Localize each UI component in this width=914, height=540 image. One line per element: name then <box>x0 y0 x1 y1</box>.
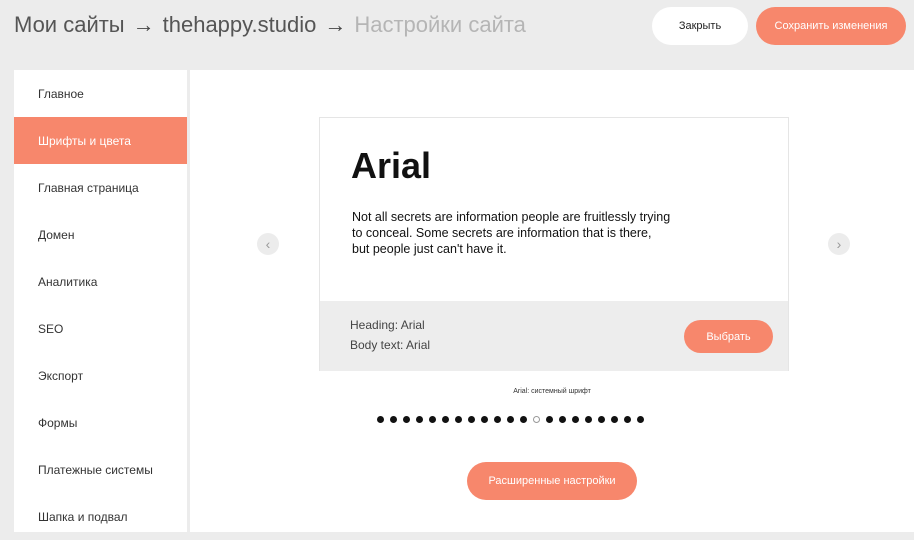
breadcrumb-site[interactable]: thehappy.studio <box>163 12 317 37</box>
pagination-dot-active[interactable] <box>533 416 540 423</box>
sidebar-item-label: Шапка и подвал <box>38 509 128 524</box>
sidebar-item-header-footer[interactable]: Шапка и подвал <box>14 493 187 540</box>
sidebar-item-payments[interactable]: Платежные системы <box>14 446 187 493</box>
heading-font-label: Heading: Arial <box>350 318 425 332</box>
breadcrumb-my-sites[interactable]: Мои сайты <box>14 12 125 37</box>
body-font-label: Body text: Arial <box>350 338 431 352</box>
choose-font-button[interactable]: Выбрать <box>684 320 773 353</box>
sidebar-item-forms[interactable]: Формы <box>14 399 187 446</box>
sidebar-item-main[interactable]: Главное <box>14 70 187 117</box>
main-panel: ‹ › Arial Not all secrets are informatio… <box>190 70 914 532</box>
pagination-dot[interactable] <box>390 416 397 423</box>
carousel-pagination <box>377 416 644 423</box>
sidebar-item-label: SEO <box>38 321 64 336</box>
breadcrumb-separator: → <box>132 12 155 37</box>
pagination-dot[interactable] <box>611 416 618 423</box>
top-bar: Мои сайты → thehappy.studio → Настройки сайт… <box>0 0 914 56</box>
pagination-dot[interactable] <box>507 416 514 423</box>
sidebar: Главное Шрифты и цвета Главная страница … <box>14 70 187 532</box>
pagination-dot[interactable] <box>598 416 605 423</box>
chevron-left-icon[interactable]: ‹ <box>257 233 279 255</box>
pagination-dot[interactable] <box>494 416 501 423</box>
sidebar-item-label: Главная страница <box>38 180 139 195</box>
sidebar-item-analytics[interactable]: Аналитика <box>14 258 187 305</box>
sidebar-item-label: Главное <box>38 86 84 101</box>
breadcrumb: Мои сайты → thehappy.studio → Настройки сайт… <box>14 12 526 38</box>
sidebar-item-label: Платежные системы <box>38 462 153 477</box>
font-name-heading: Arial <box>351 145 432 186</box>
pagination-dot[interactable] <box>429 416 436 423</box>
font-caption: Arial: системный шрифт <box>513 388 591 395</box>
pagination-dot[interactable] <box>559 416 566 423</box>
pagination-dot[interactable] <box>442 416 449 423</box>
pagination-dot[interactable] <box>546 416 553 423</box>
sidebar-item-export[interactable]: Экспорт <box>14 352 187 399</box>
pagination-dot[interactable] <box>455 416 462 423</box>
save-changes-button[interactable]: Сохранить изменения <box>756 7 906 45</box>
close-button[interactable]: Закрыть <box>652 7 748 45</box>
pagination-dot[interactable] <box>481 416 488 423</box>
pagination-dot[interactable] <box>468 416 475 423</box>
pagination-dot[interactable] <box>637 416 644 423</box>
sidebar-item-domain[interactable]: Домен <box>14 211 187 258</box>
pagination-dot[interactable] <box>520 416 527 423</box>
sidebar-item-label: Аналитика <box>38 274 98 289</box>
sidebar-item-label: Формы <box>38 415 78 430</box>
font-sample-text: Not all secrets are information people a… <box>352 210 671 256</box>
sidebar-item-label: Шрифты и цвета <box>38 133 131 148</box>
sidebar-item-fonts-colors[interactable]: Шрифты и цвета <box>14 117 187 164</box>
font-preview-card: Arial Not all secrets are information pe… <box>319 117 789 371</box>
pagination-dot[interactable] <box>416 416 423 423</box>
sidebar-item-seo[interactable]: SEO <box>14 305 187 352</box>
advanced-settings-button[interactable]: Расширенные настройки <box>467 462 637 500</box>
font-card-footer: Heading: Arial Body text: Arial Выбрать <box>320 301 788 371</box>
chevron-right-icon[interactable]: › <box>828 233 850 255</box>
sidebar-item-home-page[interactable]: Главная страница <box>14 164 187 211</box>
pagination-dot[interactable] <box>572 416 579 423</box>
pagination-dot[interactable] <box>377 416 384 423</box>
sidebar-item-label: Домен <box>38 227 75 242</box>
breadcrumb-separator: → <box>324 12 347 37</box>
pagination-dot[interactable] <box>624 416 631 423</box>
pagination-dot[interactable] <box>403 416 410 423</box>
breadcrumb-current: Настройки сайта <box>354 12 526 37</box>
sidebar-item-label: Экспорт <box>38 368 84 383</box>
pagination-dot[interactable] <box>585 416 592 423</box>
